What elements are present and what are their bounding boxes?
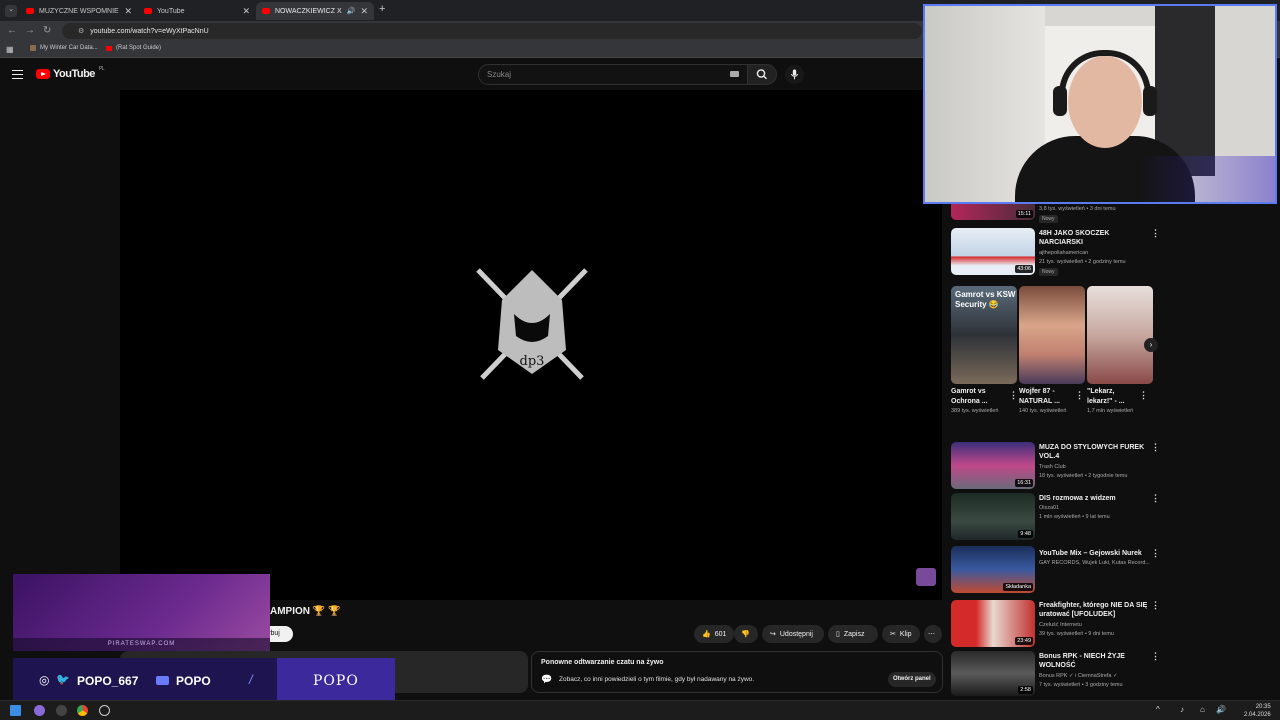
microphone-icon — [790, 69, 799, 80]
tab-muzyczne[interactable]: MUZYCZNE WSPOMNIENIA KLUBO... ✕ — [20, 2, 138, 20]
youtube-favicon-icon — [262, 8, 270, 14]
chat-replay-title: Ponowne odtwarzanie czatu na żywo — [541, 659, 664, 666]
youtube-logo[interactable]: YouTube PL — [36, 66, 105, 80]
site-info-icon[interactable]: ⚙ — [78, 27, 84, 35]
like-button[interactable]: 👍 601 — [694, 625, 734, 643]
instagram-icon: ◎ — [39, 673, 50, 687]
open-panel-button[interactable]: Otwórz panel — [888, 672, 936, 687]
youtube-icon — [156, 676, 169, 685]
svg-text:dp3: dp3 — [520, 354, 545, 369]
close-tab-icon[interactable]: ✕ — [124, 6, 132, 17]
more-icon[interactable]: ⋮ — [1075, 390, 1084, 401]
more-icon[interactable]: ⋮ — [1151, 228, 1160, 239]
forward-icon[interactable]: → — [25, 25, 35, 36]
tray-chevron-icon[interactable]: ^ — [1156, 705, 1160, 714]
more-icon[interactable]: ⋮ — [1151, 651, 1160, 662]
channel-watermark-icon[interactable] — [916, 568, 936, 586]
taskbar-app-icon[interactable] — [34, 705, 45, 716]
youtube-favicon-icon — [26, 8, 34, 14]
start-button[interactable] — [10, 705, 21, 716]
more-actions-button[interactable]: ⋯ — [924, 625, 942, 643]
chrome-icon[interactable] — [77, 705, 88, 716]
webcam-overlay — [923, 4, 1277, 204]
sponsor-site: PIRATESWAP.COM — [13, 638, 270, 651]
brand-panel: POPO — [277, 658, 395, 705]
clip-button[interactable]: ✂ Klip — [882, 625, 920, 643]
tab-nowaczkiewicz[interactable]: NOWACZKIEWICZ X KAZKO... 🔊 ✕ — [256, 2, 374, 20]
live-chat-replay-panel: Ponowne odtwarzanie czatu na żywo 💬 Zoba… — [531, 651, 943, 693]
tab-youtube[interactable]: YouTube ✕ — [138, 2, 256, 20]
bookmark-rat-spot[interactable]: (Rat Spot Guide) — [106, 45, 161, 51]
more-icon[interactable]: ⋮ — [1151, 600, 1160, 611]
close-tab-icon[interactable]: ✕ — [242, 6, 250, 17]
chat-icon: 💬 — [541, 674, 553, 684]
back-icon[interactable]: ← — [7, 25, 17, 36]
headphone-cup — [1143, 86, 1157, 116]
short-item[interactable]: Gamrot vs KSW Security 😂 Gamrot vs Ochro… — [951, 286, 1018, 416]
tray-icon[interactable]: ♪ — [1180, 705, 1184, 714]
network-icon[interactable]: ⌂ — [1200, 705, 1205, 714]
apps-grid-icon[interactable]: ▦ — [6, 45, 14, 54]
search-icon — [756, 69, 767, 80]
taskbar-app-icon[interactable] — [99, 705, 110, 716]
voice-search-button[interactable] — [785, 65, 804, 84]
search-button[interactable] — [747, 64, 777, 85]
recommendations-sidebar: 15:11 3,8 tys. wyświetleń • 3 dni temu N… — [944, 200, 1164, 700]
twitter-icon: 🐦 — [56, 674, 70, 686]
headphone-cup — [1053, 86, 1067, 116]
save-button[interactable]: ▯ Zapisz — [828, 625, 878, 643]
share-button[interactable]: ↪ Udostępnij — [762, 625, 824, 643]
lightning-icon: / — [249, 672, 253, 687]
taskbar-app-icon[interactable] — [56, 705, 67, 716]
video-thumbnail[interactable]: 9:48 — [951, 493, 1035, 540]
bookmark-icon: ▯ — [836, 631, 840, 638]
video-thumbnail[interactable]: 43:06 — [951, 228, 1035, 275]
more-icon[interactable]: ⋮ — [1151, 548, 1160, 559]
speaker-icon[interactable]: 🔊 — [347, 7, 356, 15]
video-thumbnail[interactable]: 16:31 — [951, 442, 1035, 489]
clock[interactable]: 20:35 2.04.2026 — [1244, 703, 1271, 719]
more-icon[interactable]: ⋮ — [1151, 442, 1160, 453]
video-thumbnail[interactable]: 2:58 — [951, 651, 1035, 696]
sponsor-overlay: PIRATESWAP.COM — [13, 574, 270, 651]
thumbs-down-icon: 👎 — [741, 631, 750, 638]
bookmark-winter-car[interactable]: My Winter Car Data... — [30, 45, 98, 51]
more-icon: ⋯ — [928, 631, 935, 638]
short-thumbnail[interactable] — [1019, 286, 1085, 384]
video-thumbnail[interactable]: Składanka — [951, 546, 1035, 593]
reload-icon[interactable]: ↻ — [43, 25, 51, 36]
new-tab-button[interactable]: + — [379, 3, 385, 15]
bookmark-favicon-icon — [30, 45, 36, 51]
keyboard-icon[interactable] — [730, 71, 739, 77]
more-icon[interactable]: ⋮ — [1009, 390, 1018, 401]
close-tab-icon[interactable]: ✕ — [360, 6, 368, 17]
url-field[interactable]: ⚙ youtube.com/watch?v=eWyXtPacNnU — [62, 23, 922, 39]
windows-taskbar: ^ ♪ ⌂ 🔊 20:35 2.04.2026 — [0, 700, 1280, 720]
scissors-icon: ✂ — [890, 631, 896, 638]
shorts-next-button[interactable]: › — [1144, 338, 1158, 352]
short-item[interactable]: Wojfer 87 - NATURAL ... 140 tys. wyświet… — [1019, 286, 1085, 416]
youtube-favicon-icon — [144, 8, 152, 14]
chat-replay-description: Zobacz, co inni powiedzieli o tym filmie… — [559, 676, 755, 683]
dp3-emblem-logo: dp3 — [476, 268, 588, 380]
more-icon[interactable]: ⋮ — [1151, 493, 1160, 504]
short-item[interactable]: "Lekarz, lekarz!" - ... 1,7 mln wyświetl… — [1087, 286, 1153, 416]
thumbs-up-icon: 👍 — [702, 631, 711, 638]
video-title: AMPION 🏆 🏆 — [270, 606, 341, 617]
more-icon[interactable]: ⋮ — [1139, 390, 1148, 401]
youtube-favicon-icon — [106, 45, 112, 51]
video-thumbnail[interactable]: 23:49 — [951, 600, 1035, 647]
youtube-play-icon — [36, 69, 50, 79]
menu-icon[interactable] — [12, 70, 23, 79]
share-icon: ↪ — [770, 631, 776, 638]
tab-search-button[interactable]: ⌄ — [5, 5, 17, 17]
short-thumbnail[interactable] — [1087, 286, 1153, 384]
search-input[interactable]: Szukaj — [478, 64, 748, 85]
rgb-light — [925, 156, 1275, 202]
short-thumbnail[interactable]: Gamrot vs KSW Security 😂 — [951, 286, 1017, 384]
volume-icon[interactable]: 🔊 — [1216, 705, 1226, 714]
video-player[interactable]: dp3 — [120, 90, 942, 600]
dislike-button[interactable]: 👎 — [734, 625, 758, 643]
